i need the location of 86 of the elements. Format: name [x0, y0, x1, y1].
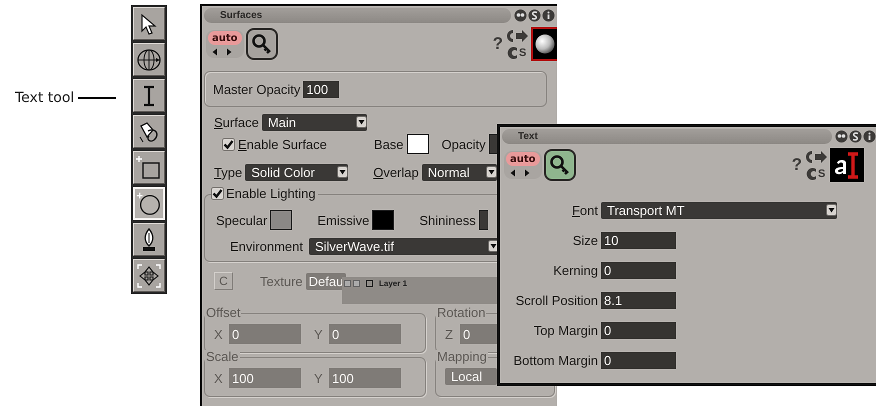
- emissive-color-swatch[interactable]: [372, 210, 394, 230]
- left-arrow-icon[interactable]: [508, 168, 518, 178]
- callout-label: Text tool: [15, 90, 74, 106]
- value-field[interactable]: 10: [601, 232, 676, 248]
- swirl-icon[interactable]: [528, 9, 541, 22]
- sphere-drawing: [535, 34, 555, 54]
- overlap-dropdown[interactable]: Normal: [422, 164, 497, 180]
- key-button[interactable]: [544, 149, 576, 181]
- checkbox[interactable]: [222, 138, 235, 150]
- surface-label: Surface: [214, 114, 259, 130]
- group-title: Mapping: [436, 350, 488, 364]
- export-icon[interactable]: [806, 148, 828, 164]
- base-color-swatch[interactable]: [406, 134, 429, 154]
- window-title: Surfaces: [204, 8, 511, 23]
- tool-button[interactable]: [133, 151, 165, 184]
- value-field[interactable]: 0: [601, 322, 676, 338]
- left-arrow-icon[interactable]: [210, 47, 220, 57]
- layer-icon: [366, 280, 373, 287]
- font-label: Font: [570, 202, 598, 218]
- tool-button[interactable]: [133, 43, 165, 76]
- caret-icon: [356, 116, 367, 128]
- layer-title: Layer 1: [379, 279, 408, 288]
- group-title: Rotation: [436, 306, 486, 320]
- tool-button[interactable]: [133, 7, 165, 40]
- export-icon[interactable]: [507, 28, 529, 44]
- group-title: Scale: [205, 350, 240, 364]
- group-title: Offset: [205, 306, 242, 320]
- surface-dropdown[interactable]: Main: [262, 114, 367, 130]
- specular-label: Specular: [216, 212, 268, 228]
- field-label: Kerning: [552, 262, 598, 278]
- emissive-label: Emissive: [317, 212, 370, 228]
- shininess-color-swatch[interactable]: [478, 210, 488, 230]
- key-icon: [250, 33, 273, 55]
- axis-label: Z: [445, 326, 454, 342]
- info-icon[interactable]: [542, 9, 555, 22]
- base-label: Base: [374, 136, 404, 152]
- type-label: Type: [214, 164, 242, 180]
- master-opacity-label: Master Opacity: [213, 82, 300, 96]
- key-icon: [548, 154, 571, 176]
- tool-button[interactable]: [133, 259, 165, 292]
- opacity-label: Opacity: [442, 136, 486, 152]
- enable-surface-label: Enable Surface: [238, 136, 327, 152]
- auto-button[interactable]: auto: [506, 152, 540, 166]
- type-dropdown[interactable]: Solid Color: [245, 164, 348, 180]
- tool-button[interactable]: [133, 223, 165, 256]
- help-button[interactable]: ?: [492, 34, 503, 54]
- field-label: Bottom Margin: [512, 352, 598, 368]
- axis-label: X: [214, 370, 224, 386]
- font-dropdown[interactable]: Transport MT: [601, 202, 837, 218]
- enable-lighting-label: Enable Lighting: [226, 186, 316, 201]
- texture-label: Texture: [260, 274, 303, 288]
- axis-label: Y: [314, 326, 324, 342]
- info-icon[interactable]: [863, 130, 876, 143]
- field-label: Scroll Position: [514, 292, 598, 308]
- opacity-color-swatch[interactable]: [488, 134, 498, 154]
- eyes-icon[interactable]: [835, 130, 848, 143]
- tool-button[interactable]: [133, 79, 165, 112]
- window-title: Text: [502, 129, 832, 144]
- store-label[interactable]: S: [818, 168, 826, 180]
- key-button[interactable]: [246, 28, 278, 60]
- specular-color-swatch[interactable]: [270, 210, 292, 230]
- field-label: Size: [572, 232, 598, 248]
- overlap-label: Overlap: [373, 164, 419, 180]
- store-label[interactable]: S: [519, 46, 526, 58]
- leader-line: [78, 97, 116, 99]
- master-opacity-field[interactable]: 100: [303, 80, 340, 98]
- value-field[interactable]: 0: [601, 262, 676, 278]
- caret-icon: [826, 204, 837, 216]
- axis-label: X: [214, 326, 224, 342]
- value-field[interactable]: 0: [601, 352, 676, 368]
- checkbox[interactable]: [211, 187, 224, 200]
- caret-icon: [337, 166, 348, 178]
- right-arrow-icon[interactable]: [522, 168, 532, 178]
- help-button[interactable]: ?: [792, 155, 802, 175]
- auto-button[interactable]: auto: [208, 31, 242, 45]
- environment-label: Environment: [230, 238, 303, 254]
- right-arrow-icon[interactable]: [224, 47, 234, 57]
- axis-label: Y: [314, 370, 324, 386]
- field-label: Top Margin: [532, 322, 598, 338]
- shininess-label: Shininess: [419, 212, 476, 228]
- swirl-icon[interactable]: [849, 130, 862, 143]
- value-field[interactable]: 8.1: [601, 292, 676, 308]
- eyes-icon[interactable]: [514, 9, 527, 22]
- environment-dropdown[interactable]: SilverWave.tif: [308, 238, 499, 254]
- small-buttons-icon[interactable]: [344, 280, 360, 287]
- tool-button[interactable]: [133, 115, 165, 148]
